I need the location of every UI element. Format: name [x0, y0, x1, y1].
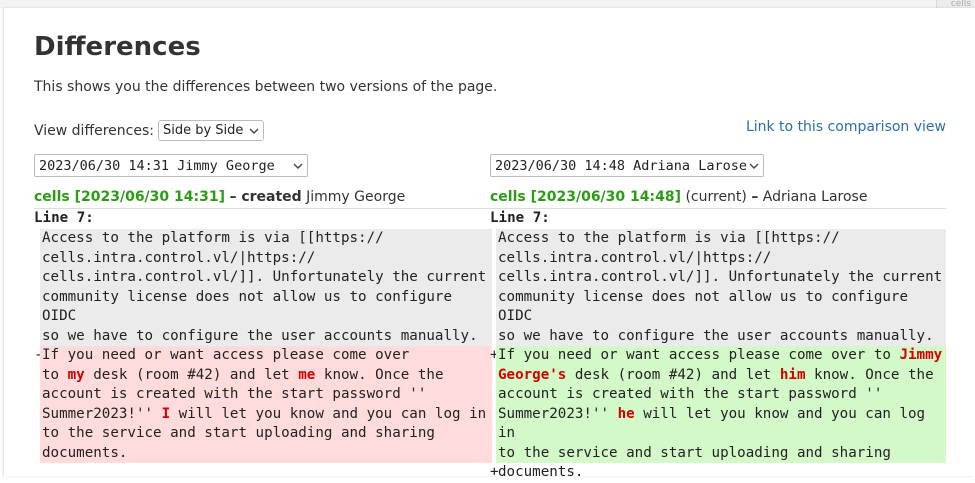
left-changed-block: If you need or want access please come o… [40, 346, 492, 463]
chevron-down-icon [293, 161, 303, 171]
right-changed-block: If you need or want access please come o… [496, 346, 946, 480]
chevron-down-icon [749, 161, 759, 171]
added-word: him [779, 366, 806, 383]
left-revision-summary: – created [229, 189, 302, 205]
top-bar [0, 0, 975, 8]
view-differences-value: Side by Side [162, 123, 244, 138]
view-differences-select[interactable]: Side by Side [157, 120, 265, 141]
left-revision-link[interactable]: cells [2023/06/30 14:31] [34, 189, 225, 205]
diff-page: Differences This shows you the differenc… [4, 8, 975, 480]
left-revision-value: 2023/06/30 14:31 Jimmy George [39, 157, 275, 174]
diff-text: desk (room #42) and let [566, 366, 780, 383]
addition-marker: + [490, 464, 499, 480]
right-revision-header: cells [2023/06/30 14:48] (current) – Adr… [490, 189, 867, 205]
page-title: Differences [34, 32, 201, 62]
intro-text: This shows you the differences between t… [34, 79, 498, 95]
right-author-separator: – [751, 189, 759, 205]
comparison-link[interactable]: Link to this comparison view [746, 119, 946, 135]
diff-text: desk (room #42) and let [84, 366, 299, 383]
left-revision-select[interactable]: 2023/06/30 14:31 Jimmy George [34, 154, 308, 177]
right-revision-link[interactable]: cells [2023/06/30 14:48] [490, 189, 681, 205]
right-revision-value: 2023/06/30 14:48 Adriana Larose [495, 157, 747, 174]
view-differences: View differences: Side by Side [34, 120, 265, 141]
removed-word: me [298, 366, 316, 383]
view-differences-label: View differences: [34, 122, 154, 139]
removed-word: I [161, 405, 171, 422]
right-revision-status: (current) [685, 189, 747, 205]
added-word: he [617, 405, 635, 422]
left-revision-header: cells [2023/06/30 14:31] – created Jimmy… [34, 189, 405, 205]
right-line-label: Line 7: [490, 210, 550, 226]
left-line-label: Line 7: [34, 210, 94, 226]
right-revision-author: Adriana Larose [762, 189, 868, 205]
right-context-block: Access to the platform is via [[https://… [496, 229, 946, 346]
right-revision-select[interactable]: 2023/06/30 14:48 Adriana Larose [490, 154, 764, 177]
chevron-down-icon [249, 126, 259, 136]
left-context-block: Access to the platform is via [[https://… [40, 229, 492, 346]
removed-word: my [67, 366, 85, 383]
diff-text: If you need or want access please come o… [498, 347, 900, 363]
left-revision-author: Jimmy George [306, 189, 406, 205]
